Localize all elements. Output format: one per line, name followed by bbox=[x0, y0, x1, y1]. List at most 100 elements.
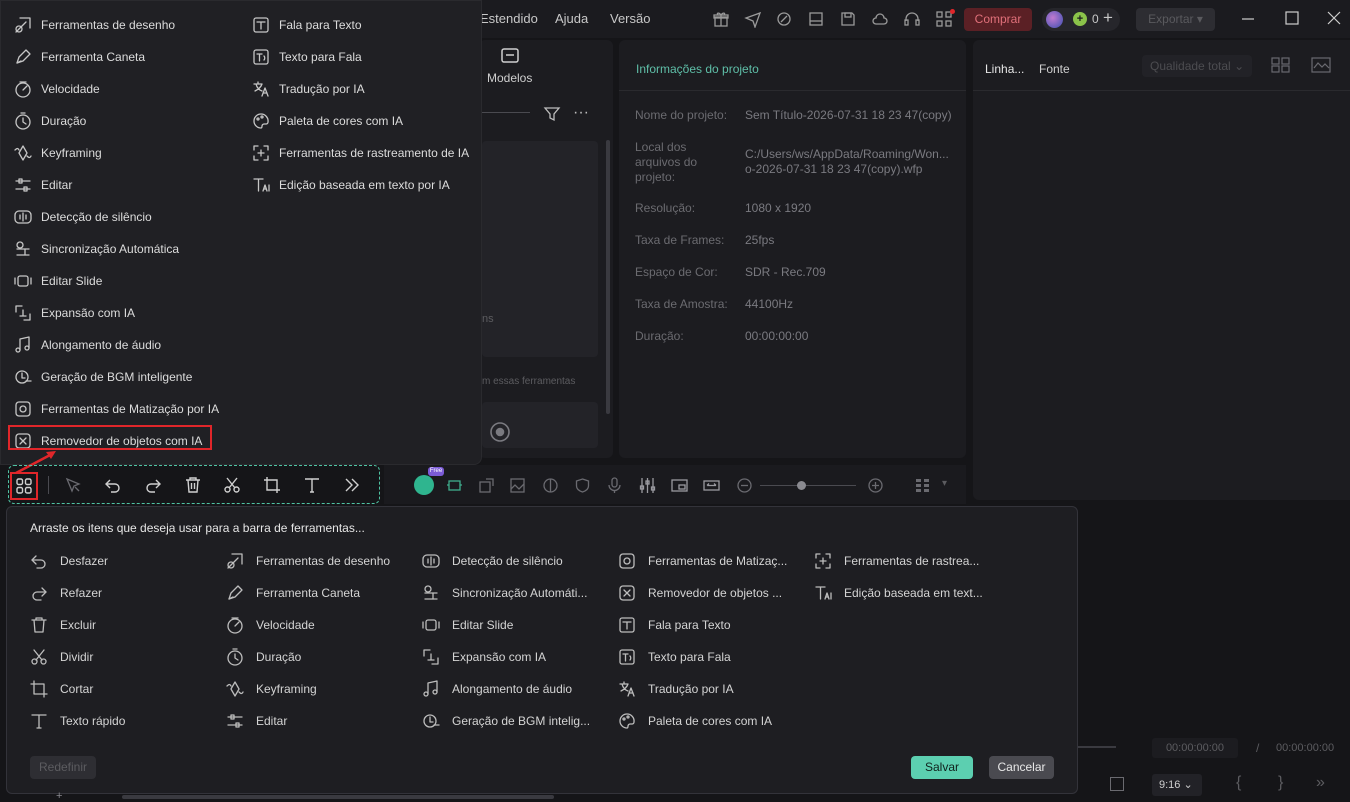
customize-item[interactable]: Velocidade bbox=[226, 615, 390, 635]
customize-item[interactable]: Texto para Fala bbox=[618, 647, 787, 667]
popup-menu-item[interactable]: Alongamento de áudio bbox=[14, 334, 219, 356]
layout-icon[interactable] bbox=[807, 10, 825, 28]
select-tool-icon[interactable] bbox=[64, 476, 82, 494]
popup-menu-item[interactable]: Tradução por IA bbox=[252, 78, 469, 100]
export-button[interactable]: Exportar ▾ bbox=[1136, 8, 1215, 31]
timeline-scrollbar[interactable] bbox=[122, 795, 554, 799]
customize-item[interactable]: Expansão com IA bbox=[422, 647, 590, 667]
fit-icon[interactable] bbox=[703, 477, 720, 494]
popup-menu-item[interactable]: Paleta de cores com IA bbox=[252, 110, 469, 132]
popup-menu-item[interactable]: Keyframing bbox=[14, 142, 219, 164]
popup-menu-item[interactable]: Duração bbox=[14, 110, 219, 132]
customize-item[interactable]: Refazer bbox=[30, 583, 125, 603]
expand-icon[interactable]: » bbox=[1316, 774, 1325, 792]
reset-button[interactable]: Redefinir bbox=[30, 756, 96, 779]
menu-extended[interactable]: Estendido bbox=[480, 11, 538, 26]
shield-icon[interactable] bbox=[574, 477, 591, 494]
customize-item[interactable]: Edição baseada em text... bbox=[814, 583, 983, 603]
customize-item[interactable]: Tradução por IA bbox=[618, 679, 787, 699]
customize-item[interactable]: Ferramenta Caneta bbox=[226, 583, 390, 603]
stop-icon[interactable] bbox=[1110, 777, 1124, 791]
save-button[interactable]: Salvar bbox=[911, 756, 973, 779]
replace-icon[interactable] bbox=[478, 477, 495, 494]
popup-menu-item[interactable]: Detecção de silêncio bbox=[14, 206, 219, 228]
popup-menu-item[interactable]: Geração de BGM inteligente bbox=[14, 366, 219, 388]
customize-item[interactable]: Keyframing bbox=[226, 679, 390, 699]
current-time[interactable]: 00:00:00:00 bbox=[1152, 738, 1238, 758]
cloud-icon[interactable] bbox=[871, 10, 889, 28]
avatar[interactable] bbox=[1046, 11, 1063, 28]
tab-line[interactable]: Linha... bbox=[985, 62, 1024, 76]
waveform-icon[interactable] bbox=[1311, 56, 1331, 74]
add-credits-icon[interactable]: + bbox=[1103, 8, 1113, 28]
zoom-slider-track[interactable] bbox=[760, 485, 856, 486]
popup-menu-item[interactable]: Texto para Fala bbox=[252, 46, 469, 68]
color-icon[interactable] bbox=[542, 477, 559, 494]
buy-button[interactable]: Comprar bbox=[964, 8, 1032, 31]
menu-help[interactable]: Ajuda bbox=[555, 11, 588, 26]
timeline-add-icon[interactable]: + bbox=[56, 790, 62, 802]
customize-item[interactable]: Fala para Texto bbox=[618, 615, 787, 635]
next-frame-icon[interactable]: } bbox=[1278, 774, 1283, 792]
customize-item[interactable]: Ferramentas de Matizaç... bbox=[618, 551, 787, 571]
more-tools-icon[interactable] bbox=[343, 476, 361, 494]
zoom-in-icon[interactable] bbox=[867, 477, 884, 494]
pip-icon[interactable] bbox=[671, 477, 688, 494]
mixer-icon[interactable] bbox=[639, 477, 656, 494]
ai-mascot-icon[interactable] bbox=[414, 475, 434, 495]
popup-menu-item[interactable]: Editar bbox=[14, 174, 219, 196]
text-icon[interactable] bbox=[303, 476, 321, 494]
customize-item[interactable]: Desfazer bbox=[30, 551, 125, 571]
zoom-slider-handle[interactable] bbox=[797, 481, 806, 490]
user-account[interactable]: + 0 + bbox=[1042, 8, 1120, 31]
save-icon[interactable] bbox=[839, 10, 857, 28]
templates-icon[interactable] bbox=[499, 46, 521, 68]
customize-item[interactable]: Paleta de cores com IA bbox=[618, 711, 787, 731]
customize-item[interactable]: Detecção de silêncio bbox=[422, 551, 590, 571]
prev-frame-icon[interactable]: { bbox=[1236, 774, 1241, 792]
minimize-icon[interactable] bbox=[1240, 10, 1256, 26]
customize-item[interactable]: Ferramentas de desenho bbox=[226, 551, 390, 571]
customize-item[interactable]: Removedor de objetos ... bbox=[618, 583, 787, 603]
record-icon[interactable] bbox=[489, 421, 511, 443]
track-layout-dropdown-icon[interactable]: ▾ bbox=[942, 478, 947, 489]
delete-icon[interactable] bbox=[184, 476, 202, 494]
templates-tab[interactable]: Modelos bbox=[487, 71, 532, 85]
grid-view-icon[interactable] bbox=[1271, 56, 1291, 74]
send-icon[interactable] bbox=[744, 10, 762, 28]
tab-font[interactable]: Fonte bbox=[1039, 62, 1070, 76]
popup-menu-item[interactable]: Velocidade bbox=[14, 78, 219, 100]
customize-item[interactable]: Sincronização Automáti... bbox=[422, 583, 590, 603]
customize-item[interactable]: Ferramentas de rastrea... bbox=[814, 551, 983, 571]
customize-item[interactable]: Texto rápido bbox=[30, 711, 125, 731]
menu-version[interactable]: Versão bbox=[610, 11, 650, 26]
customize-item[interactable]: Editar bbox=[226, 711, 390, 731]
brush-icon[interactable] bbox=[775, 10, 793, 28]
popup-menu-item[interactable]: Expansão com IA bbox=[14, 302, 219, 324]
customize-item[interactable]: Alongamento de áudio bbox=[422, 679, 590, 699]
undo-icon[interactable] bbox=[104, 476, 122, 494]
maximize-icon[interactable] bbox=[1284, 10, 1300, 26]
customize-item[interactable]: Duração bbox=[226, 647, 390, 667]
more-icon[interactable]: ··· bbox=[573, 104, 589, 122]
popup-menu-item[interactable]: Edição baseada em texto por IA bbox=[252, 174, 469, 196]
split-icon[interactable] bbox=[223, 476, 241, 494]
gift-icon[interactable] bbox=[712, 10, 730, 28]
popup-menu-item[interactable]: Sincronização Automática bbox=[14, 238, 219, 260]
popup-menu-item[interactable]: Ferramentas de desenho bbox=[14, 14, 219, 36]
popup-menu-item[interactable]: Fala para Texto bbox=[252, 14, 469, 36]
player-progress[interactable] bbox=[1078, 746, 1116, 748]
media-scrollbar[interactable] bbox=[606, 140, 610, 414]
track-layout-icon[interactable] bbox=[914, 477, 931, 494]
customize-item[interactable]: Dividir bbox=[30, 647, 125, 667]
redo-icon[interactable] bbox=[144, 476, 162, 494]
media-drop-area[interactable] bbox=[482, 141, 598, 357]
customize-item[interactable]: Geração de BGM intelig... bbox=[422, 711, 590, 731]
popup-menu-item[interactable]: Ferramentas de Matização por IA bbox=[14, 398, 219, 420]
headset-icon[interactable] bbox=[903, 10, 921, 28]
customize-item[interactable]: Excluir bbox=[30, 615, 125, 635]
popup-menu-item[interactable]: Ferramentas de rastreamento de IA bbox=[252, 142, 469, 164]
customize-toolbar-icon[interactable] bbox=[15, 477, 33, 495]
cancel-button[interactable]: Cancelar bbox=[989, 756, 1054, 779]
customize-item[interactable]: Cortar bbox=[30, 679, 125, 699]
